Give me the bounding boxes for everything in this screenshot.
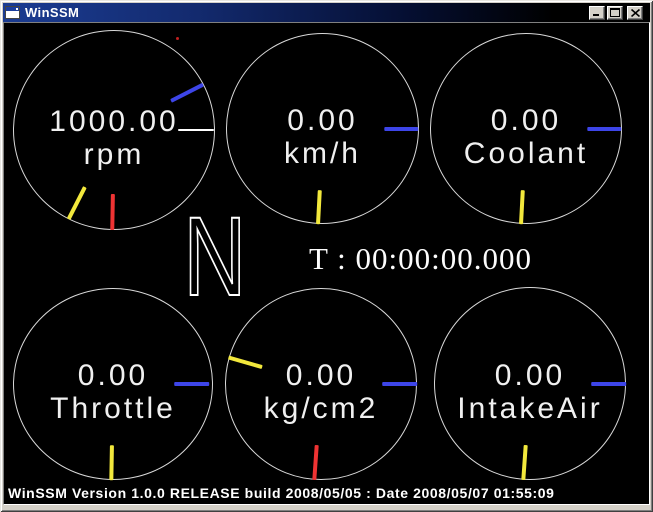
close-button[interactable] xyxy=(627,6,643,20)
max-marker-tick xyxy=(174,382,209,386)
minimize-button[interactable] xyxy=(589,6,605,20)
gauge-value: 0.00 xyxy=(434,359,626,392)
gauge-label: Throttle xyxy=(13,392,213,425)
needle-tick xyxy=(178,129,214,131)
gauge-label: kg/cm2 xyxy=(225,392,417,425)
max-marker-tick xyxy=(591,382,626,386)
min-marker-tick xyxy=(109,445,114,480)
gauge-value: 0.00 xyxy=(13,359,213,392)
zero-marker-tick xyxy=(110,194,115,230)
timer-readout: T : 00:00:00.000 xyxy=(309,243,532,275)
gauge-throttle: 0.00 Throttle xyxy=(13,288,213,480)
gear-letter: N xyxy=(183,211,246,303)
gauge-label: IntakeAir xyxy=(434,392,626,425)
gauge-label: Coolant xyxy=(430,137,622,170)
gauge-value: 1000.00 xyxy=(13,105,215,138)
max-marker-tick xyxy=(382,382,417,386)
gauge-value: 0.00 xyxy=(226,104,419,137)
app-window-icon[interactable] xyxy=(5,6,20,19)
gauge-label: rpm xyxy=(13,138,215,171)
gauge-speed-readout: 0.00 km/h xyxy=(226,104,419,170)
red-dot-marker xyxy=(176,37,179,40)
gauge-label: km/h xyxy=(226,137,419,170)
winssm-window: WinSSM 1000.00 xyxy=(0,0,653,512)
titlebar[interactable]: WinSSM xyxy=(3,3,650,22)
gauge-display-area: 1000.00 rpm 0.00 km/h 0.00 Coolant 0.00 … xyxy=(3,22,650,505)
minimize-icon xyxy=(592,8,602,17)
app-icon-dot xyxy=(16,8,18,10)
titlebar-buttons xyxy=(587,6,643,20)
window-title: WinSSM xyxy=(25,5,587,20)
maximize-button[interactable] xyxy=(607,6,623,20)
max-marker-tick xyxy=(384,127,418,131)
gauge-boost-readout: 0.00 kg/cm2 xyxy=(225,359,417,425)
gauge-throttle-readout: 0.00 Throttle xyxy=(13,359,213,425)
gauge-coolant-readout: 0.00 Coolant xyxy=(430,104,622,170)
status-bar: WinSSM Version 1.0.0 RELEASE build 2008/… xyxy=(8,485,555,501)
gauge-rpm-readout: 1000.00 rpm xyxy=(13,105,215,171)
gauge-intakeair-readout: 0.00 IntakeAir xyxy=(434,359,626,425)
close-icon xyxy=(631,9,640,17)
gauge-intakeair: 0.00 IntakeAir xyxy=(434,287,626,480)
gauge-boost: 0.00 kg/cm2 xyxy=(225,288,417,480)
gear-position-indicator: N xyxy=(181,211,251,303)
gauge-speed: 0.00 km/h xyxy=(226,33,419,224)
gauge-value: 0.00 xyxy=(430,104,622,137)
gauge-coolant: 0.00 Coolant xyxy=(430,33,622,224)
max-marker-tick xyxy=(587,127,621,131)
maximize-icon xyxy=(610,8,620,17)
gauge-rpm: 1000.00 rpm xyxy=(13,30,215,230)
